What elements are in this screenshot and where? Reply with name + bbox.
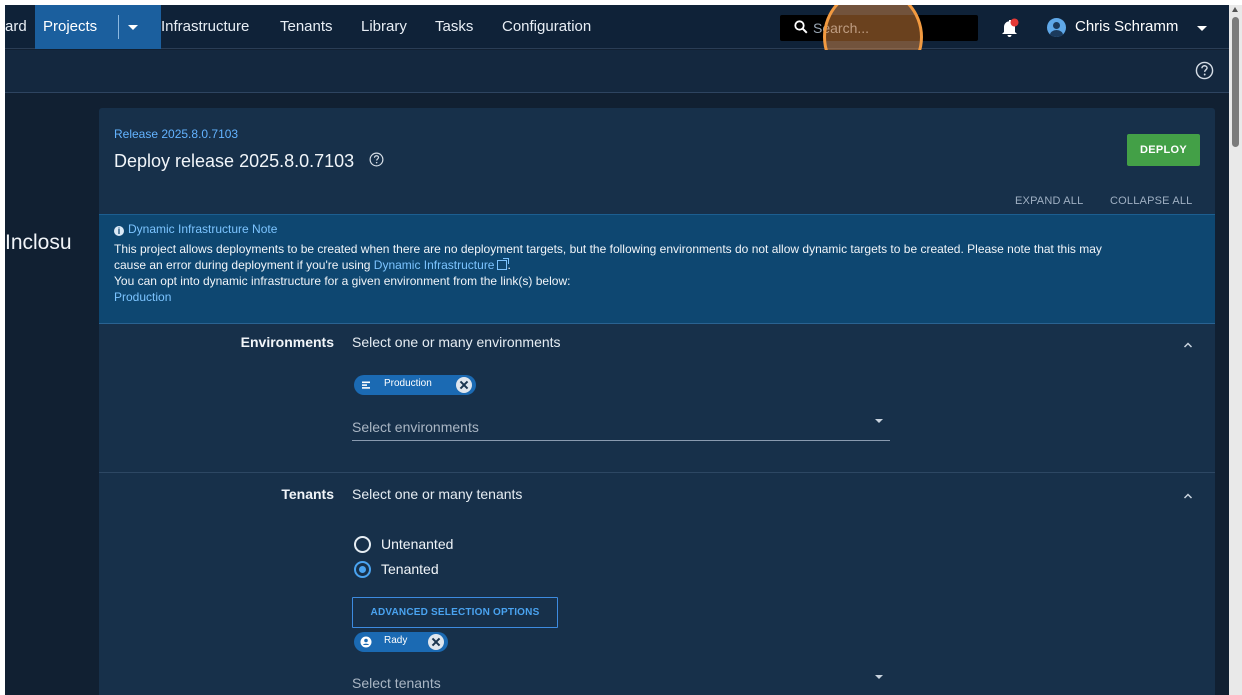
chevron-up-icon[interactable] [1183,491,1193,501]
advanced-selection-options-button[interactable]: ADVANCED SELECTION OPTIONS [352,597,558,628]
app-window: ard Projects Infrastructure Tenants Libr… [5,5,1229,695]
page-subheader [5,50,1229,93]
info-icon: i [114,226,124,236]
radio-label: Tenanted [381,561,439,577]
environments-description: Select one or many environments [352,334,561,350]
section-divider [99,472,1215,473]
collapse-all-button[interactable]: COLLAPSE ALL [1110,195,1193,207]
nav-item-library[interactable]: Library [361,5,407,49]
scrollbar-thumb[interactable] [1232,17,1239,147]
page-title-truncated: Inclosu [5,231,72,254]
release-title: Deploy release 2025.8.0.7103 [114,151,355,171]
remove-chip-icon[interactable] [428,634,444,650]
help-icon[interactable] [369,152,384,167]
deploy-release-card: Release 2025.8.0.7103 Deploy release 202… [99,108,1215,695]
radio-circle[interactable] [354,536,371,553]
scroll-up-icon[interactable] [1232,7,1238,12]
radio-circle[interactable] [354,561,371,578]
notifications-bell-icon[interactable] [1001,18,1019,38]
tenant-icon [360,636,372,648]
user-name: Chris Schramm [1075,18,1179,35]
select-environments-dropdown[interactable]: Select environments [352,411,890,441]
select-tenants-placeholder: Select tenants [352,675,441,691]
remove-chip-icon[interactable] [456,377,472,393]
nav-item-configuration[interactable]: Configuration [502,5,591,49]
environment-chip-production: Production [354,375,476,395]
external-link-icon [497,258,510,270]
search-box[interactable] [780,15,978,41]
tenant-chip-rady: Rady [354,632,448,652]
environment-icon [362,381,370,389]
note-line-2: cause an error during deployment if you'… [114,258,511,272]
dynamic-infrastructure-note: i Dynamic Infrastructure Note This projec… [99,214,1215,324]
dropdown-arrow-icon [875,419,883,423]
nav-item-infrastructure[interactable]: Infrastructure [161,5,249,49]
top-navigation: ard Projects Infrastructure Tenants Libr… [5,5,1229,49]
avatar [1047,18,1066,37]
nav-item-dashboard[interactable]: ard [5,5,27,49]
nav-projects-divider [118,15,119,39]
production-environment-link[interactable]: Production [114,290,171,304]
release-breadcrumb-link[interactable]: Release 2025.8.0.7103 [114,127,238,141]
chevron-up-icon[interactable] [1183,340,1193,350]
note-title-text: Dynamic Infrastructure Note [128,222,278,236]
expand-all-button[interactable]: EXPAND ALL [1015,195,1083,207]
note-line-1: This project allows deployments to be cr… [114,242,1102,256]
deploy-button[interactable]: DEPLOY [1127,134,1200,166]
tenants-description: Select one or many tenants [352,486,523,502]
chip-label: Production [384,378,432,389]
dropdown-arrow-icon [875,675,883,679]
note-line-3: You can opt into dynamic infrastructure … [114,274,571,288]
search-input[interactable] [813,18,963,38]
dynamic-infrastructure-link[interactable]: Dynamic Infrastructure [374,258,495,272]
radio-label: Untenanted [381,536,454,552]
chip-label: Rady [384,635,408,646]
search-icon [794,20,808,34]
nav-projects-label: Projects [43,18,98,35]
select-environments-placeholder: Select environments [352,419,479,435]
chevron-down-icon[interactable] [128,25,138,30]
environments-label: Environments [240,334,334,350]
nav-item-tenants[interactable]: Tenants [280,5,333,49]
tenants-label: Tenants [281,486,334,502]
nav-item-tasks[interactable]: Tasks [435,5,473,49]
note-title: i Dynamic Infrastructure Note [114,222,277,236]
select-tenants-dropdown[interactable]: Select tenants [352,667,890,695]
help-icon[interactable] [1195,61,1214,80]
chevron-down-icon [1197,26,1207,31]
nav-item-projects[interactable]: Projects [35,5,161,49]
note-line-2-text: cause an error during deployment if you'… [114,258,374,272]
page-scrollbar[interactable] [1229,5,1242,695]
